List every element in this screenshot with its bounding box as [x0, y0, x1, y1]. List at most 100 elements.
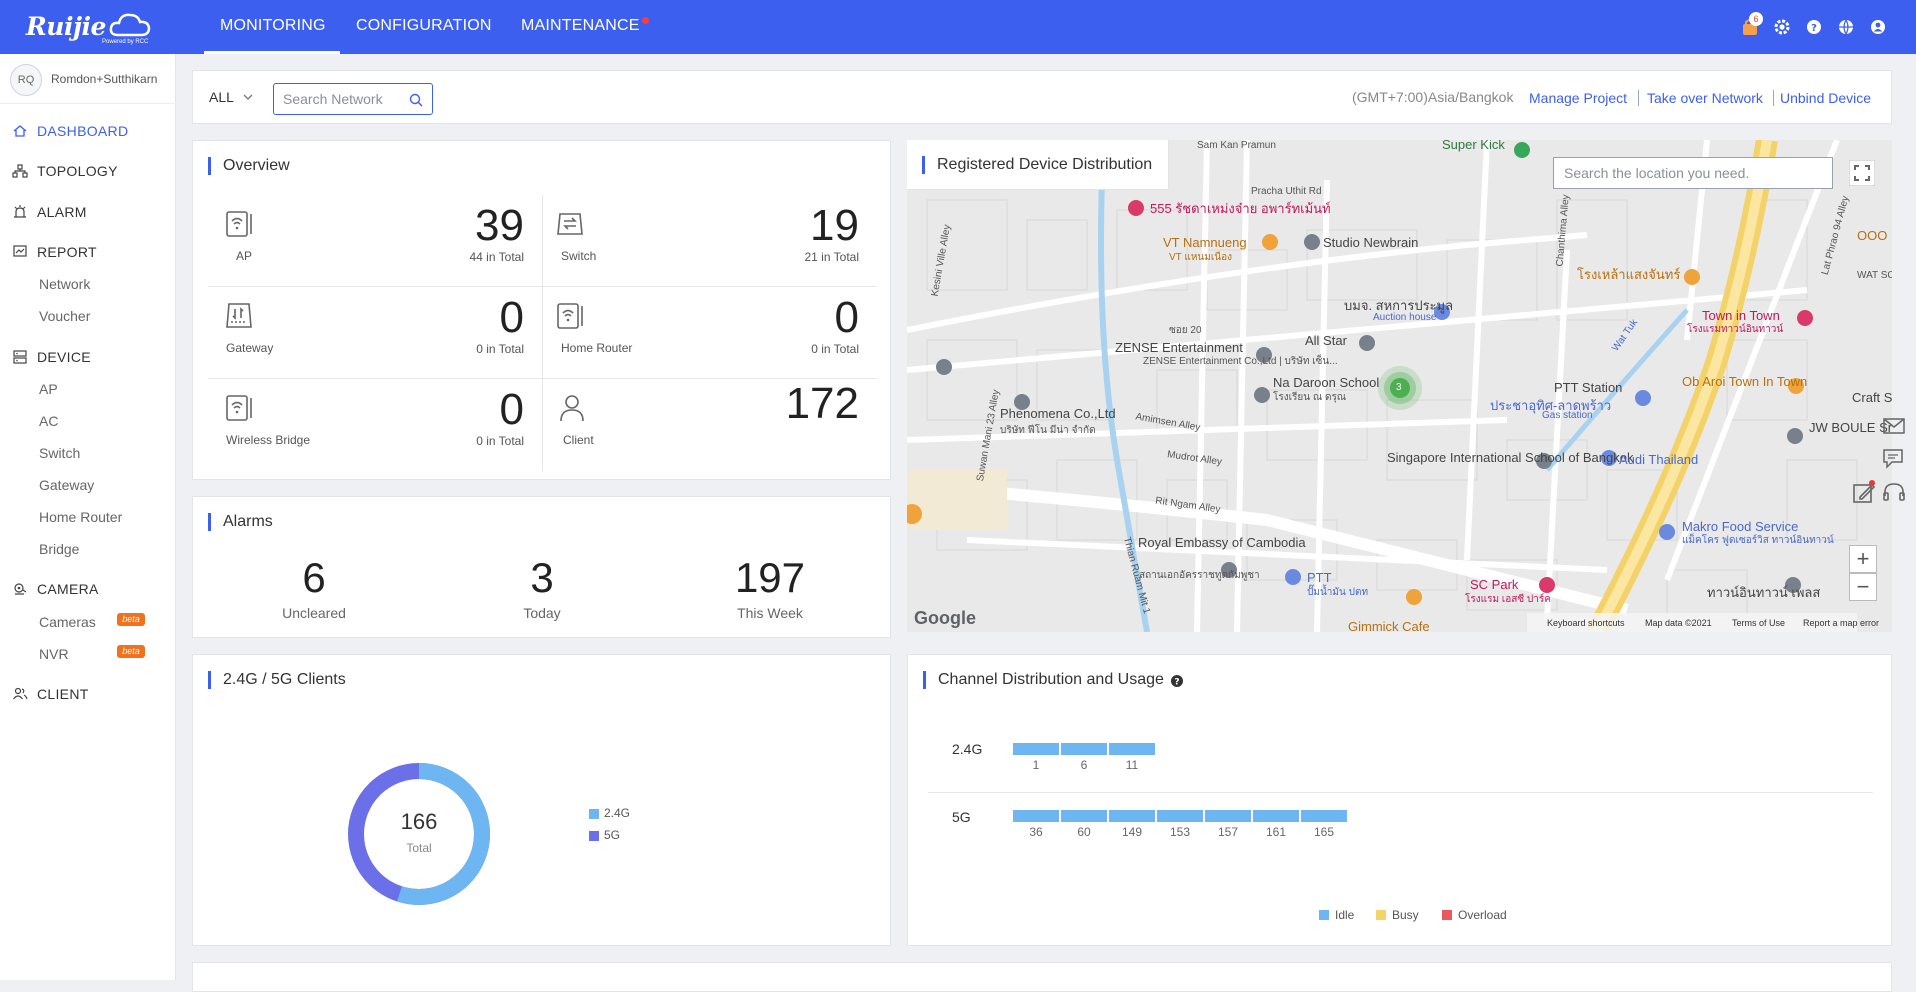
sidebar-subitem-voucher[interactable]: Voucher — [39, 308, 90, 324]
sidebar-subitem-ac[interactable]: AC — [39, 413, 58, 429]
map-title: Registered Device Distribution — [922, 156, 1152, 174]
help-icon[interactable]: ? — [1170, 674, 1184, 688]
channel-bar-5g-60[interactable] — [1061, 810, 1107, 822]
sidebar-item-device[interactable]: DEVICE — [0, 344, 176, 370]
map-label: ซอย 20 — [1169, 325, 1202, 336]
sidebar-subitem-network[interactable]: Network — [39, 276, 90, 292]
nav-configuration[interactable]: CONFIGURATION — [356, 17, 492, 35]
map-label: All Star — [1305, 333, 1347, 348]
alarm-this-week-count[interactable]: 197 — [690, 554, 850, 602]
topology-icon — [12, 164, 28, 178]
legend-swatch-idle — [1319, 910, 1329, 920]
user-account-icon[interactable] — [1867, 16, 1889, 38]
overview-gateway[interactable]: Gateway 0 0 in Total — [208, 287, 542, 379]
manage-project-link[interactable]: Manage Project — [1529, 90, 1627, 106]
map-location-search-input[interactable] — [1564, 165, 1824, 181]
legend-label-busy[interactable]: Busy — [1392, 908, 1419, 922]
channel-bar-5g-36[interactable] — [1013, 810, 1059, 822]
help-icon[interactable]: ? — [1803, 16, 1825, 38]
brand-name: Ruijie — [26, 12, 106, 41]
chat-tool[interactable] — [1880, 446, 1910, 474]
channel-bar-5g-153[interactable] — [1157, 810, 1203, 822]
ruijie-logo[interactable]: Ruijie Powered by RCC — [24, 9, 154, 47]
fullscreen-icon[interactable] — [1849, 160, 1875, 186]
alarm-today-label: Today — [523, 605, 561, 621]
channel-bar-5g-149[interactable] — [1109, 810, 1155, 822]
feedback-tool[interactable] — [1850, 479, 1880, 507]
filter-bar: ALL (GMT+7:00)Asia/Bangkok Manage Projec… — [192, 70, 1892, 124]
channel-bar-2-4g-6[interactable] — [1061, 743, 1107, 755]
nav-maintenance[interactable]: MAINTENANCE — [521, 17, 640, 35]
link-separator — [1638, 90, 1639, 106]
scope-select[interactable]: ALL — [209, 89, 254, 105]
overview-switch[interactable]: Switch 19 21 in Total — [543, 195, 877, 287]
zoom-out-button[interactable]: − — [1849, 573, 1877, 601]
network-search-input[interactable] — [283, 91, 403, 107]
sidebar-subitem-home-router[interactable]: Home Router — [39, 509, 122, 525]
map-footer-report-error[interactable]: Report a map error — [1803, 618, 1879, 628]
sidebar-subitem-ap[interactable]: AP — [39, 381, 58, 397]
device-distribution-map[interactable]: 3 Registered Device Distribution Super K… — [907, 140, 1892, 632]
legend-swatch-2-4g — [589, 809, 599, 819]
map-label: Royal Embassy of Cambodia — [1138, 535, 1306, 550]
sidebar-subitem-gateway[interactable]: Gateway — [39, 477, 94, 493]
overview-cell-total: 0 in Total — [476, 434, 524, 448]
sidebar-subitem-switch[interactable]: Switch — [39, 445, 80, 461]
sidebar-subitem-cameras[interactable]: Cameras — [39, 614, 96, 630]
channel-bar-5g-165[interactable] — [1301, 810, 1347, 822]
map-label: ปั๊มน้ำมัน ปตท — [1307, 587, 1369, 598]
device-icon — [13, 350, 27, 364]
overview-wireless-bridge[interactable]: Wireless Bridge 0 0 in Total — [208, 379, 542, 471]
alarm-this-week-label: This Week — [737, 605, 803, 621]
globe-icon[interactable] — [1835, 16, 1857, 38]
gear-icon[interactable] — [1771, 16, 1793, 38]
wireless-bridge-icon — [226, 395, 252, 421]
user-profile[interactable]: RQ Romdon+Sutthikarn — [0, 54, 176, 104]
sidebar-item-camera[interactable]: CAMERA — [0, 576, 176, 602]
overview-cell-name: AP — [236, 249, 253, 263]
overview-home-router[interactable]: Home Router 0 0 in Total — [543, 287, 877, 379]
nav-monitoring[interactable]: MONITORING — [220, 17, 326, 35]
overview-ap[interactable]: AP 39 44 in Total — [208, 195, 542, 287]
email-tool[interactable] — [1880, 414, 1910, 442]
sidebar-item-alarm[interactable]: ALARM — [0, 199, 176, 225]
scope-select-value: ALL — [209, 89, 234, 105]
map-label: ZENSE Entertainment Co.,Ltd | บริษัท เซ็… — [1143, 356, 1338, 367]
sidebar-subitem-bridge[interactable]: Bridge — [39, 541, 79, 557]
device-cluster-count[interactable]: 3 — [1396, 382, 1402, 393]
google-logo: Google — [914, 608, 976, 628]
channel-bar-2-4g-11[interactable] — [1109, 743, 1155, 755]
overview-cell-total: 21 in Total — [804, 250, 860, 264]
legend-label-5g[interactable]: 5G — [604, 828, 620, 842]
zoom-in-button[interactable]: + — [1849, 545, 1877, 573]
channel-tick-label: 161 — [1265, 825, 1287, 839]
support-tool[interactable] — [1880, 479, 1910, 507]
alarm-today-count[interactable]: 3 — [462, 554, 622, 602]
legend-label-overload[interactable]: Overload — [1458, 908, 1507, 922]
legend-label-idle[interactable]: Idle — [1335, 908, 1354, 922]
alarm-uncleared-count[interactable]: 6 — [234, 554, 394, 602]
search-icon[interactable] — [408, 92, 424, 108]
channel-bar-5g-161[interactable] — [1253, 810, 1299, 822]
legend-swatch-5g — [589, 831, 599, 841]
sidebar-item-client[interactable]: CLIENT — [0, 681, 176, 707]
beta-badge: beta — [117, 613, 145, 626]
sidebar-item-report[interactable]: REPORT — [0, 239, 176, 265]
map-location-search — [1553, 157, 1833, 189]
sidebar-item-topology[interactable]: TOPOLOGY — [0, 158, 176, 184]
overview-cell-count: 0 — [499, 385, 524, 434]
sidebar-item-dashboard[interactable]: DASHBOARD — [0, 118, 176, 144]
sidebar-item-label: CAMERA — [37, 581, 99, 597]
map-footer-keyboard-shortcuts[interactable]: Keyboard shortcuts — [1547, 618, 1625, 628]
sidebar-item-label: CLIENT — [37, 686, 89, 702]
unbind-device-link[interactable]: Unbind Device — [1780, 90, 1871, 106]
beta-badge: beta — [117, 645, 145, 658]
channel-bar-5g-157[interactable] — [1205, 810, 1251, 822]
channel-tick-label: 36 — [1029, 825, 1043, 839]
channel-bar-2-4g-1[interactable] — [1013, 743, 1059, 755]
take-over-network-link[interactable]: Take over Network — [1647, 90, 1763, 106]
legend-label-2-4g[interactable]: 2.4G — [604, 806, 630, 820]
overview-client[interactable]: Client 172 — [543, 379, 877, 471]
map-footer-terms[interactable]: Terms of Use — [1732, 618, 1785, 628]
sidebar-subitem-nvr[interactable]: NVR — [39, 646, 69, 662]
